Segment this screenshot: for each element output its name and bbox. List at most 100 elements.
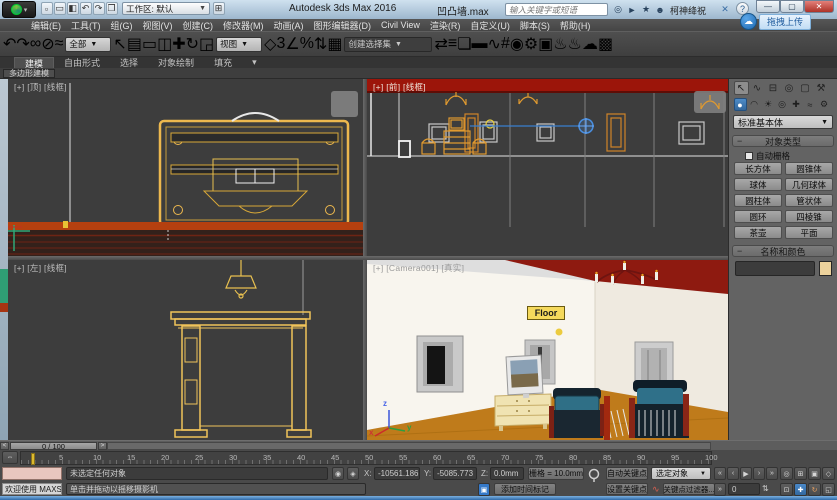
z-coord-field[interactable]: 0.0mm xyxy=(490,467,524,480)
track-bar-ruler[interactable]: 5 10 15 20 25 30 35 40 45 50 55 60 65 70 75 80 85 90 95 100 xyxy=(20,451,718,465)
angle-snap-icon[interactable]: ∠ xyxy=(285,34,299,54)
primitive-button[interactable]: 茶壶 xyxy=(734,226,782,239)
signin-icon[interactable]: ► xyxy=(625,3,639,16)
viewport-top[interactable]: [+] [顶] [线框] xyxy=(8,79,363,256)
undo-quick-icon[interactable]: ↶ xyxy=(79,2,92,15)
isolate-selection-icon[interactable]: ◉ xyxy=(332,467,344,480)
primitive-button[interactable]: 几何球体 xyxy=(785,178,833,191)
time-tag-icon[interactable]: ▣ xyxy=(478,483,490,496)
menu-item[interactable]: 编辑(E) xyxy=(26,19,66,32)
zoom-region-icon[interactable]: ⊡ xyxy=(780,483,793,496)
lights-category[interactable]: ☀ xyxy=(762,98,775,111)
select-and-link-icon[interactable]: ∞ xyxy=(30,35,41,53)
spinner-snap-icon[interactable]: ⇅ xyxy=(314,34,327,54)
go-to-start-button[interactable]: « xyxy=(714,467,726,480)
menu-item[interactable]: 图形编辑器(D) xyxy=(309,19,377,32)
menu-item[interactable]: 工具(T) xyxy=(66,19,106,32)
mirror-icon[interactable]: ⇄ xyxy=(434,34,447,54)
rect-selection-region-icon[interactable]: ▭ xyxy=(142,34,157,54)
percent-snap-icon[interactable]: % xyxy=(300,35,314,53)
ribbon-tab-freeform[interactable]: 自由形式 xyxy=(54,57,110,68)
unlink-selection-icon[interactable]: ⊘ xyxy=(41,34,54,54)
primitive-button[interactable]: 圆环 xyxy=(734,210,782,223)
frame-spinner[interactable]: ⇅ xyxy=(762,484,769,493)
menu-item[interactable]: Civil View xyxy=(376,20,425,30)
add-time-tag-button[interactable]: 添加时间标记 xyxy=(494,483,556,495)
redo-icon[interactable]: ↷ xyxy=(16,34,29,54)
play-button[interactable]: ▶ xyxy=(740,467,752,480)
menu-item[interactable]: 动画(A) xyxy=(269,19,309,32)
select-and-manipulate-icon[interactable]: ◇ xyxy=(264,34,276,54)
autogrid-checkbox[interactable] xyxy=(745,152,753,160)
render-setup-icon[interactable]: ⚙ xyxy=(524,34,538,54)
project-folder-icon[interactable]: ❐ xyxy=(105,2,118,15)
motion-tab[interactable]: ◎ xyxy=(782,81,797,95)
next-frame-arrow[interactable]: > xyxy=(98,442,107,450)
curve-editor-icon[interactable]: ∿ xyxy=(488,34,501,54)
helpers-category[interactable]: ✚ xyxy=(790,98,803,111)
viewport-horizontal-divider[interactable] xyxy=(8,256,728,260)
frame-zero-marker[interactable] xyxy=(31,453,35,465)
time-slider-handle[interactable]: 0 / 100 xyxy=(10,442,97,451)
set-key-button[interactable]: 设置关键点 xyxy=(606,483,648,495)
select-and-move-icon[interactable]: ✚ xyxy=(172,34,185,54)
window-crossing-icon[interactable]: ◫ xyxy=(157,34,172,54)
fov-icon[interactable]: ◇ xyxy=(822,467,835,480)
ribbon-tab-populate[interactable]: 填充 xyxy=(204,57,242,68)
viewport-top-label[interactable]: [+] [顶] [线框] xyxy=(14,81,67,93)
a360-x-icon[interactable]: ✕ xyxy=(718,3,732,16)
minimize-button[interactable]: — xyxy=(756,0,780,13)
primitive-button[interactable]: 长方体 xyxy=(734,162,782,175)
primitive-type-dropdown[interactable]: 标准基本体 ▼ xyxy=(733,115,833,129)
key-filters-button[interactable]: 关键点过滤器... xyxy=(663,483,715,495)
menu-item[interactable]: 组(G) xyxy=(106,19,138,32)
shapes-category[interactable]: ◠ xyxy=(748,98,761,111)
primitive-button[interactable]: 平面 xyxy=(785,226,833,239)
menu-item[interactable]: 修改器(M) xyxy=(218,19,269,32)
bind-to-spacewarp-icon[interactable]: ≈ xyxy=(55,35,64,53)
object-type-rollout[interactable]: − 对象类型 xyxy=(732,135,834,147)
primitive-button[interactable]: 圆锥体 xyxy=(785,162,833,175)
workspace-dropdown[interactable]: 工作区: 默认 ▼ xyxy=(122,2,210,15)
menu-item[interactable]: 脚本(S) xyxy=(515,19,555,32)
viewport-left-label[interactable]: [+] [左] [线框] xyxy=(14,262,67,274)
select-by-name-icon[interactable]: ▤ xyxy=(127,34,142,54)
zoom-icon[interactable]: ◎ xyxy=(780,467,793,480)
menu-item[interactable]: 帮助(H) xyxy=(555,19,596,32)
ribbon-tab-selection[interactable]: 选择 xyxy=(110,57,148,68)
go-to-end-button[interactable]: » xyxy=(766,467,778,480)
material-editor-icon[interactable]: ◉ xyxy=(510,34,524,54)
select-object-icon[interactable]: ↖ xyxy=(113,34,126,54)
ribbon-toggle-icon[interactable]: ▬ xyxy=(472,35,488,53)
save-file-icon[interactable]: ◧ xyxy=(66,2,79,15)
lock-selection-icon[interactable]: ◈ xyxy=(347,467,359,480)
key-mode-toggle[interactable]: » xyxy=(714,483,726,496)
primitive-button[interactable]: 管状体 xyxy=(785,194,833,207)
auto-key-button[interactable]: 自动关键点 xyxy=(606,467,648,480)
close-button[interactable]: ✕ xyxy=(804,0,834,13)
orbit-icon[interactable]: ↻ xyxy=(808,483,821,496)
undo-icon[interactable]: ↶ xyxy=(3,34,16,54)
primitive-button[interactable]: 球体 xyxy=(734,178,782,191)
redo-quick-icon[interactable]: ↷ xyxy=(92,2,105,15)
workspace-layout-icon[interactable]: ⊞ xyxy=(212,2,225,15)
reference-coordinate-dropdown[interactable]: 视图 ▼ xyxy=(216,36,263,52)
prev-frame-arrow[interactable]: < xyxy=(0,442,9,450)
x-coord-field[interactable]: -10561.186 xyxy=(374,467,420,480)
open-file-icon[interactable]: ▭ xyxy=(53,2,66,15)
object-color-swatch[interactable] xyxy=(819,261,832,276)
menu-item[interactable]: 自定义(U) xyxy=(465,19,515,32)
name-color-rollout[interactable]: − 名称和颜色 xyxy=(732,245,834,257)
snap-toggle-3d-icon[interactable]: 3 xyxy=(276,35,285,53)
time-slider-track[interactable] xyxy=(107,442,711,450)
render-cloud-icon[interactable]: ☁ xyxy=(582,34,598,54)
render-production-icon[interactable]: ♨ xyxy=(553,34,567,54)
drag-upload-badge[interactable]: ☁ 拖拽上传 xyxy=(740,13,812,30)
y-coord-field[interactable]: -5085.773 xyxy=(433,467,477,480)
3dsmax-logo-button[interactable]: ▾ xyxy=(2,1,36,18)
selection-filter-dropdown[interactable]: 全部 ▼ xyxy=(65,36,112,52)
primitive-button[interactable]: 四棱锥 xyxy=(785,210,833,223)
select-and-rotate-icon[interactable]: ↻ xyxy=(186,34,199,54)
utilities-tab[interactable]: ⚒ xyxy=(814,81,829,95)
ribbon-tab-objectpaint[interactable]: 对象绘制 xyxy=(148,57,204,68)
